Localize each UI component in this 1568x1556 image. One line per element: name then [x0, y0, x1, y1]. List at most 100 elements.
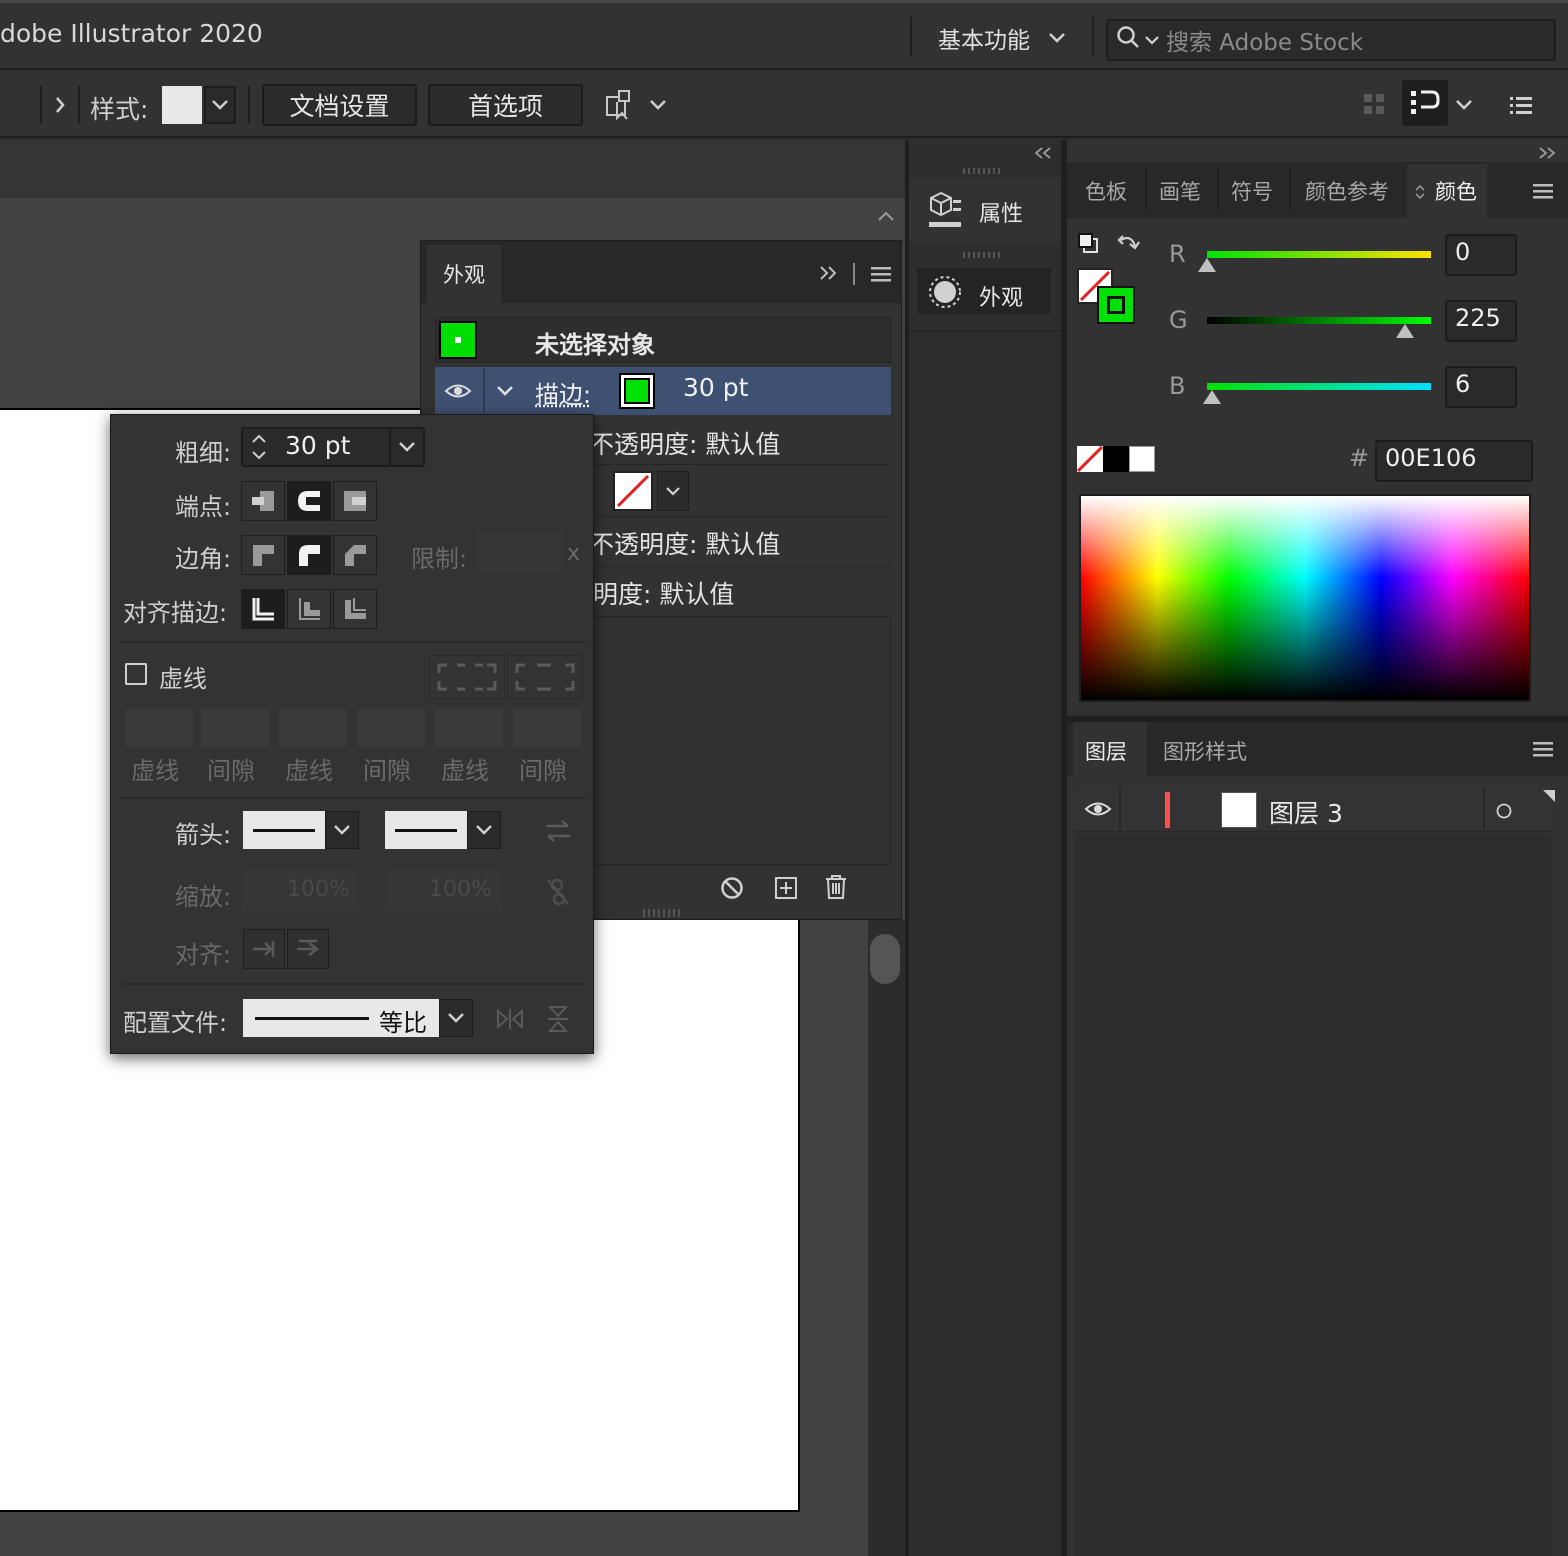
chevron-down-icon[interactable] — [325, 811, 359, 849]
search-input[interactable]: 搜索 Adobe Stock — [1166, 23, 1363, 57]
eye-icon[interactable] — [1081, 794, 1115, 824]
resize-grip[interactable] — [643, 909, 683, 917]
dash-field-3[interactable] — [435, 709, 503, 747]
duplicate-item-icon[interactable] — [771, 873, 801, 903]
panel-menu-icon[interactable] — [1504, 90, 1538, 120]
transform-icon[interactable] — [602, 86, 638, 124]
chevron-down-icon[interactable] — [389, 429, 423, 465]
resize-grip[interactable] — [963, 168, 1003, 174]
gap-field-3[interactable] — [513, 709, 581, 747]
white-swatch[interactable] — [1129, 446, 1155, 472]
stock-search-field[interactable]: 搜索 Adobe Stock — [1106, 19, 1556, 61]
layer-name[interactable]: 图层 3 — [1269, 794, 1343, 830]
collapse-dock-icon[interactable] — [1533, 142, 1561, 164]
target-circle-icon[interactable] — [1491, 798, 1517, 824]
tab-color-guide[interactable]: 颜色参考 — [1305, 176, 1389, 206]
fill-swatch-none[interactable] — [613, 471, 653, 511]
miter-join-icon[interactable] — [241, 535, 285, 575]
chevron-up-icon[interactable] — [866, 198, 905, 234]
b-slider-track[interactable] — [1207, 383, 1431, 390]
grid-icon[interactable] — [1358, 88, 1390, 120]
b-slider-thumb[interactable] — [1203, 390, 1222, 404]
graphic-style-swatch[interactable] — [162, 86, 202, 124]
align-outside-icon[interactable] — [333, 589, 377, 629]
resize-grip[interactable] — [963, 252, 1003, 258]
hex-value[interactable]: 00E106 — [1385, 444, 1477, 472]
eye-icon[interactable] — [441, 375, 475, 407]
dash-field-2[interactable] — [279, 709, 347, 747]
tab-appearance[interactable]: 外观 — [427, 245, 501, 303]
tab-graphic-styles[interactable]: 图形样式 — [1163, 736, 1247, 766]
document-setup-button[interactable]: 文档设置 — [262, 84, 417, 126]
stepper-icon[interactable] — [247, 429, 271, 465]
panel-menu-icon[interactable] — [1529, 178, 1557, 204]
start-arrowhead-select[interactable] — [243, 811, 325, 849]
chevron-down-icon[interactable] — [467, 811, 501, 849]
panel-menu-icon[interactable] — [1529, 736, 1557, 762]
panel-menu-icon[interactable] — [867, 261, 895, 287]
chevron-down-icon[interactable] — [646, 94, 670, 116]
g-slider-track[interactable] — [1207, 317, 1431, 324]
chevron-down-icon[interactable] — [493, 379, 517, 403]
dash-field-1[interactable] — [125, 709, 193, 747]
chevron-right-icon[interactable] — [46, 90, 74, 120]
clear-appearance-icon[interactable] — [717, 873, 747, 903]
b-value[interactable]: 6 — [1455, 370, 1470, 398]
align-arrow-label: 对齐: — [175, 941, 232, 969]
place-arrow-icon[interactable] — [287, 929, 329, 969]
workspace-switcher[interactable]: 基本功能 — [920, 13, 1080, 63]
swap-arrows-icon[interactable] — [541, 815, 575, 847]
canvas-scrollbar-thumb[interactable] — [870, 934, 900, 984]
chevron-down-icon[interactable] — [1452, 94, 1476, 116]
swap-colors-icon[interactable] — [1115, 230, 1143, 258]
none-swatch[interactable] — [1077, 446, 1103, 472]
dash-align-corners-icon[interactable] — [507, 655, 583, 699]
flip-vertical-icon[interactable] — [541, 1003, 575, 1035]
stroke-swatch[interactable] — [619, 373, 655, 409]
expand-dock-icon[interactable] — [1029, 142, 1057, 164]
trash-icon[interactable] — [821, 871, 851, 903]
chevron-down-icon[interactable] — [657, 471, 689, 511]
gap-field-2[interactable] — [357, 709, 425, 747]
limit-field[interactable] — [477, 533, 563, 573]
black-swatch[interactable] — [1103, 446, 1129, 472]
g-slider-thumb[interactable] — [1395, 324, 1414, 338]
align-inside-icon[interactable] — [287, 589, 331, 629]
style-dropdown[interactable] — [204, 86, 236, 124]
color-spectrum[interactable] — [1079, 494, 1531, 702]
default-colors-icon[interactable] — [1075, 230, 1101, 256]
opacity-label[interactable]: 不透明度: 默认值 — [589, 525, 780, 561]
g-value[interactable]: 225 — [1455, 304, 1501, 332]
round-cap-icon[interactable] — [287, 481, 331, 521]
stroke-weight-value[interactable]: 30 pt — [683, 373, 748, 402]
align-center-icon[interactable] — [241, 589, 285, 629]
r-slider-track[interactable] — [1207, 251, 1431, 258]
dash-preserve-icon[interactable] — [429, 655, 505, 699]
profile-select[interactable]: 等比 — [243, 999, 439, 1037]
r-slider-thumb[interactable] — [1198, 258, 1216, 272]
preferences-button[interactable]: 首选项 — [428, 84, 583, 126]
canvas-scrollbar-track[interactable] — [868, 920, 905, 1556]
end-arrowhead-select[interactable] — [385, 811, 467, 849]
bevel-join-icon[interactable] — [333, 535, 377, 575]
chevron-down-icon[interactable] — [439, 999, 473, 1037]
extend-arrow-icon[interactable] — [243, 929, 285, 969]
gap-field-1[interactable] — [201, 709, 269, 747]
tab-symbols[interactable]: 符号 — [1231, 176, 1273, 206]
stroke-label[interactable]: 描边: — [535, 375, 591, 410]
tab-swatches[interactable]: 色板 — [1085, 176, 1127, 206]
opacity-label[interactable]: 不透明度: 默认值 — [589, 425, 780, 461]
flip-horizontal-icon[interactable] — [493, 1003, 527, 1035]
butt-cap-icon[interactable] — [241, 481, 285, 521]
tab-brushes[interactable]: 画笔 — [1159, 176, 1201, 206]
collapse-icon[interactable] — [817, 261, 841, 285]
link-scale-icon[interactable] — [541, 875, 575, 909]
dashed-checkbox[interactable] — [125, 663, 147, 685]
projecting-cap-icon[interactable] — [333, 481, 377, 521]
r-value[interactable]: 0 — [1455, 238, 1470, 266]
stroke-indicator[interactable] — [1097, 286, 1135, 324]
round-join-icon[interactable] — [287, 535, 331, 575]
arrange-documents-icon[interactable] — [1402, 80, 1448, 126]
weight-input[interactable]: 30 pt — [285, 431, 350, 460]
opacity-label[interactable]: 明度: 默认值 — [593, 575, 734, 611]
